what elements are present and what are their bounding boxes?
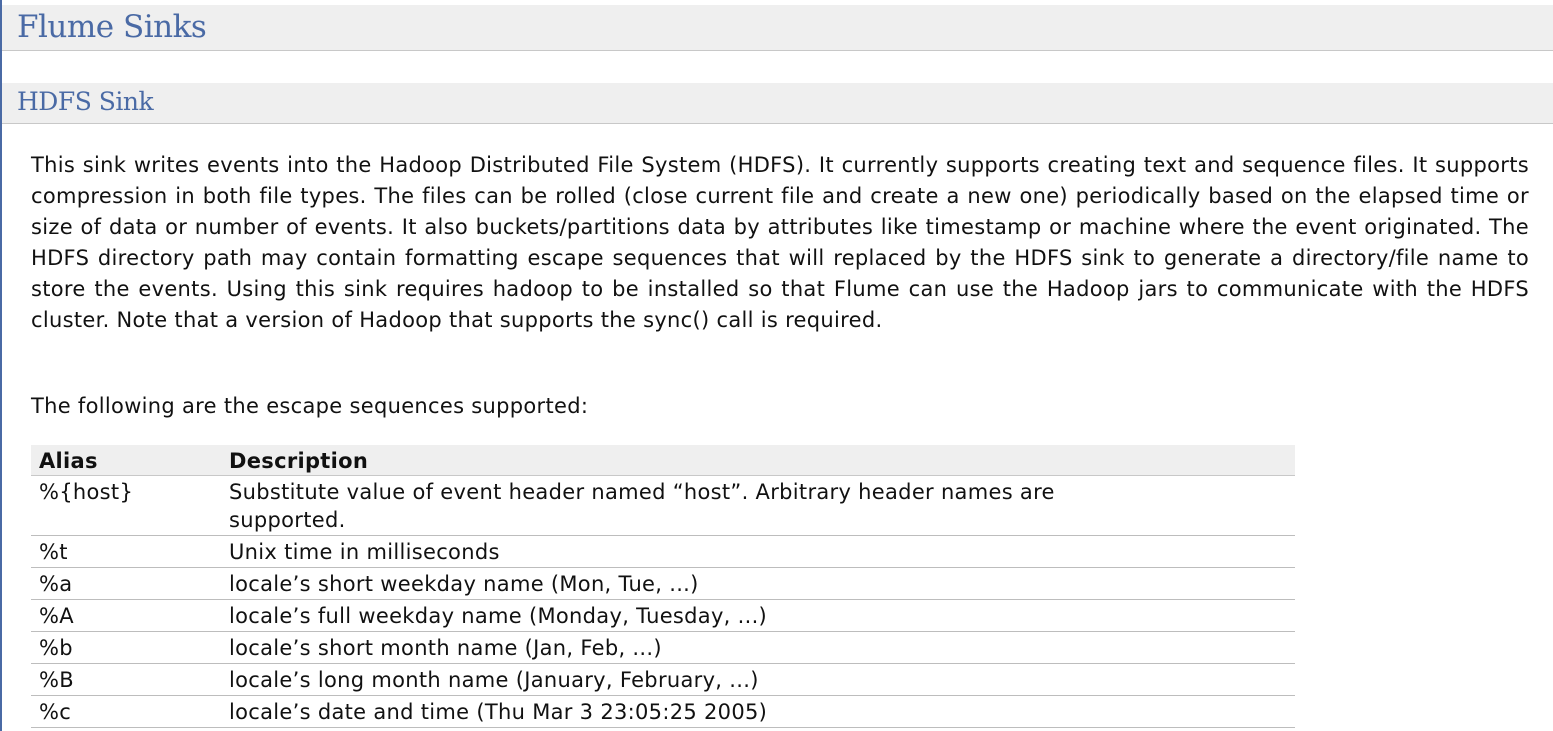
section-heading-flume-sinks: Flume Sinks bbox=[2, 5, 1553, 51]
alias-cell: %t bbox=[31, 535, 221, 568]
escape-sequences-table: Alias Description %{host} Substitute val… bbox=[31, 445, 1295, 728]
alias-cell: %B bbox=[31, 663, 221, 696]
table-row: %{host} Substitute value of event header… bbox=[31, 475, 1295, 536]
alias-cell: %A bbox=[31, 599, 221, 632]
description-cell: locale’s short weekday name (Mon, Tue, .… bbox=[221, 567, 1295, 600]
section-title: HDFS Sink bbox=[17, 87, 154, 116]
page-title: Flume Sinks bbox=[17, 9, 207, 45]
description-cell: locale’s short month name (Jan, Feb, ...… bbox=[221, 631, 1295, 664]
alias-cell: %b bbox=[31, 631, 221, 664]
description-cell: Unix time in milliseconds bbox=[221, 535, 1295, 568]
table-row: %A locale’s full weekday name (Monday, T… bbox=[31, 599, 1295, 632]
table-row: %b locale’s short month name (Jan, Feb, … bbox=[31, 631, 1295, 664]
table-row: %B locale’s long month name (January, Fe… bbox=[31, 663, 1295, 696]
table-row: %t Unix time in milliseconds bbox=[31, 535, 1295, 568]
table-row: %a locale’s short weekday name (Mon, Tue… bbox=[31, 567, 1295, 600]
description-cell: locale’s full weekday name (Monday, Tues… bbox=[221, 599, 1295, 632]
alias-cell: %a bbox=[31, 567, 221, 600]
column-header-description: Description bbox=[221, 445, 1295, 476]
table-row: %c locale’s date and time (Thu Mar 3 23:… bbox=[31, 695, 1295, 728]
alias-cell: %c bbox=[31, 695, 221, 728]
escape-sequences-intro: The following are the escape sequences s… bbox=[31, 394, 589, 418]
description-cell: locale’s date and time (Thu Mar 3 23:05:… bbox=[221, 695, 1295, 728]
description-cell: Substitute value of event header named “… bbox=[221, 475, 1295, 536]
table-header-row: Alias Description bbox=[31, 445, 1295, 476]
section-heading-hdfs-sink: HDFS Sink bbox=[2, 83, 1553, 124]
alias-cell: %{host} bbox=[31, 475, 221, 536]
column-header-alias: Alias bbox=[31, 445, 221, 476]
intro-paragraph: This sink writes events into the Hadoop … bbox=[31, 153, 1529, 332]
description-cell: locale’s long month name (January, Febru… bbox=[221, 663, 1295, 696]
